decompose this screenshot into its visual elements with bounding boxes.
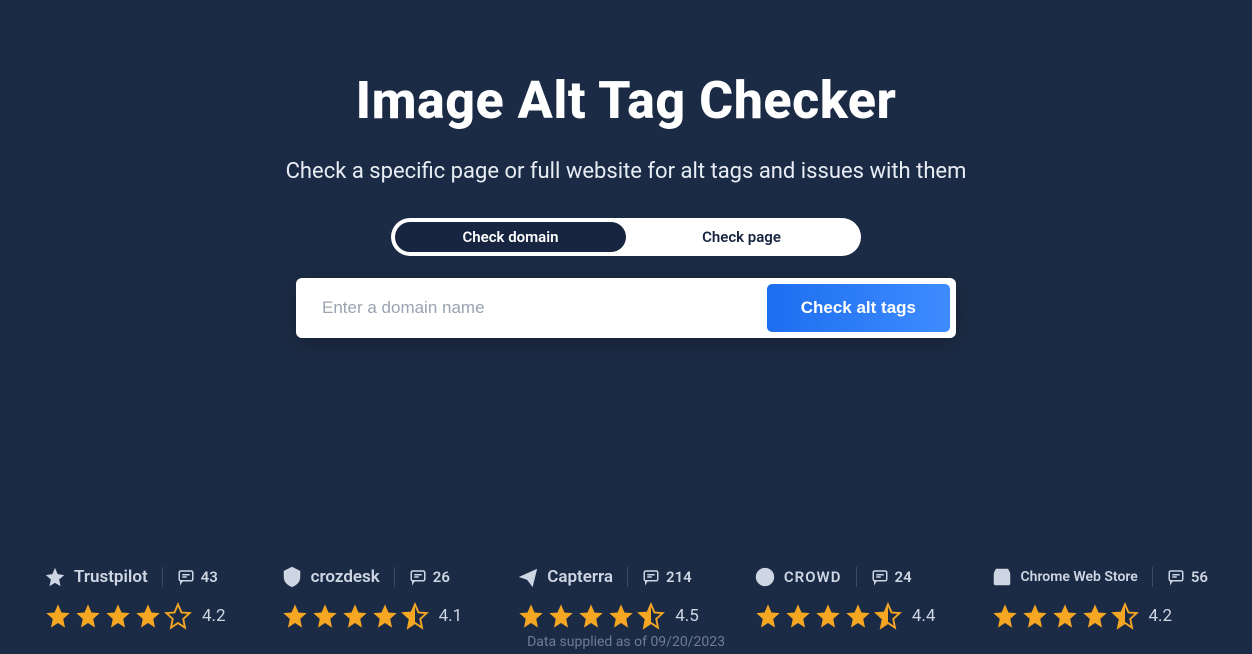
score-value: 4.1 bbox=[439, 606, 463, 626]
brand-name: crozdesk bbox=[311, 567, 380, 587]
toggle-check-page[interactable]: Check page bbox=[626, 222, 857, 252]
comment-icon bbox=[871, 568, 889, 586]
score-value: 4.4 bbox=[912, 606, 936, 626]
review-count: 26 bbox=[409, 568, 450, 586]
stars: 4.5 bbox=[517, 602, 699, 630]
check-alt-tags-button[interactable]: Check alt tags bbox=[767, 284, 950, 332]
brand-name: Chrome Web Store bbox=[1021, 569, 1138, 585]
comment-icon bbox=[177, 568, 195, 586]
brand-name: Trustpilot bbox=[74, 567, 148, 587]
review-count: 43 bbox=[177, 568, 218, 586]
stars: 4.2 bbox=[991, 602, 1173, 630]
ratings-section: Trustpilot 43 4.2 crozdesk 26 4.1 Capter… bbox=[0, 566, 1252, 630]
stars: 4.2 bbox=[44, 602, 226, 630]
comment-icon bbox=[642, 568, 660, 586]
stars: 4.4 bbox=[754, 602, 936, 630]
chrome-web-store-icon bbox=[991, 566, 1013, 588]
review-count: 56 bbox=[1167, 568, 1208, 586]
stars: 4.1 bbox=[281, 602, 463, 630]
review-count: 214 bbox=[642, 568, 692, 586]
capterra-icon bbox=[517, 566, 539, 588]
rating-trustpilot: Trustpilot 43 4.2 bbox=[44, 566, 226, 630]
mode-toggle: Check domain Check page bbox=[391, 218, 861, 256]
brand-name: Capterra bbox=[547, 567, 613, 587]
score-value: 4.2 bbox=[1149, 606, 1173, 626]
comment-icon bbox=[409, 568, 427, 586]
page-title: Image Alt Tag Checker bbox=[0, 70, 1252, 131]
rating-g2crowd: G² CROWD 24 4.4 bbox=[754, 566, 936, 630]
rating-crozdesk: crozdesk 26 4.1 bbox=[281, 566, 463, 630]
brand-name: CROWD bbox=[784, 568, 842, 586]
review-count: 24 bbox=[871, 568, 912, 586]
score-value: 4.2 bbox=[202, 606, 226, 626]
data-supplied-note: Data supplied as of 09/20/2023 bbox=[0, 634, 1252, 650]
comment-icon bbox=[1167, 568, 1185, 586]
g2crowd-icon: G² bbox=[754, 566, 776, 588]
trustpilot-icon bbox=[44, 566, 66, 588]
rating-capterra: Capterra 214 4.5 bbox=[517, 566, 699, 630]
toggle-check-domain[interactable]: Check domain bbox=[395, 222, 626, 252]
rating-chrome-web-store: Chrome Web Store 56 4.2 bbox=[991, 566, 1208, 630]
svg-text:G²: G² bbox=[761, 573, 769, 582]
domain-input[interactable] bbox=[302, 284, 767, 332]
search-row: Check alt tags bbox=[296, 278, 956, 338]
page-subtitle: Check a specific page or full website fo… bbox=[0, 159, 1252, 184]
crozdesk-icon bbox=[281, 566, 303, 588]
score-value: 4.5 bbox=[675, 606, 699, 626]
